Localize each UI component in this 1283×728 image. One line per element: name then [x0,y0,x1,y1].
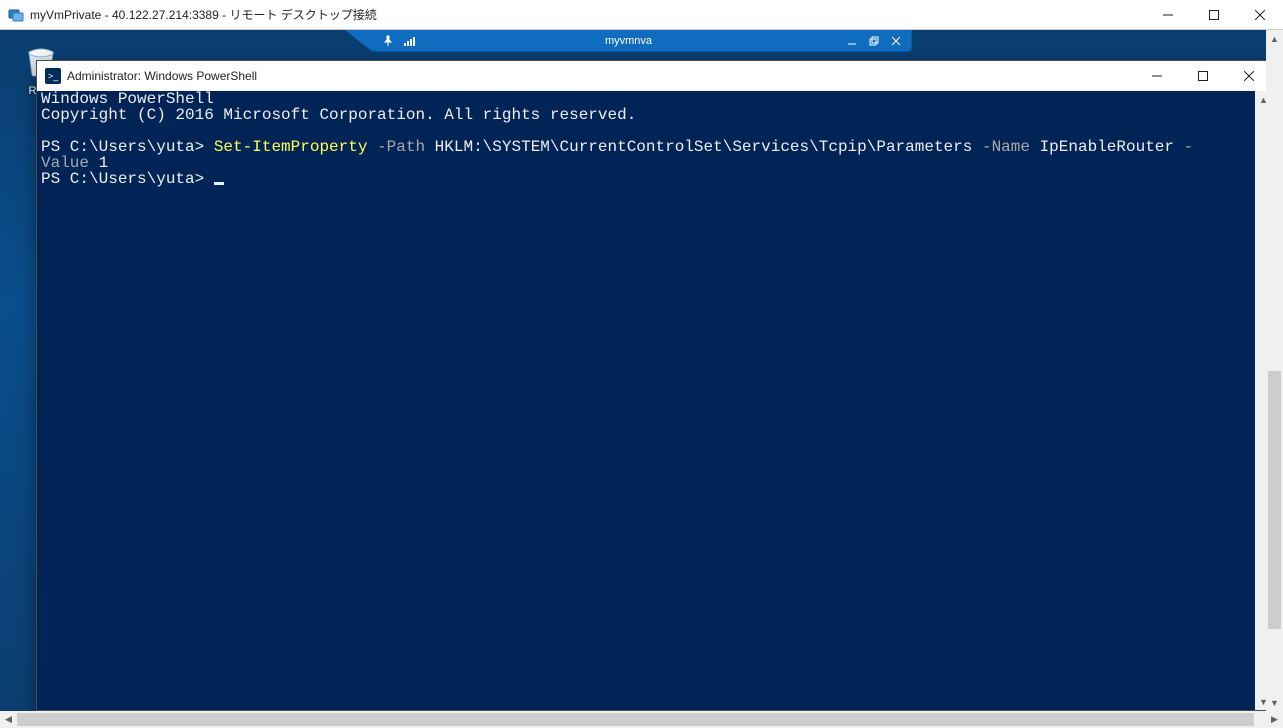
ps-maximize-button[interactable] [1180,61,1226,91]
rdp-icon [8,7,24,23]
outer-hscroll-thumb[interactable] [17,713,1254,726]
ps-arg-name: IpEnableRouter [1040,138,1174,156]
close-button[interactable] [1237,0,1283,30]
cursor [214,182,224,185]
ps-arg-path: HKLM:\SYSTEM\CurrentControlSet\Services\… [435,138,973,156]
rdp-titlebar: myVmPrivate - 40.122.27.214:3389 - リモート … [0,0,1283,30]
powershell-icon: >_ [45,68,61,84]
ps-prompt-2: PS C:\Users\yuta> [41,170,214,188]
remote-desktop: Recy myvmnva [0,30,1283,711]
inner-minimize-button[interactable] [841,32,863,50]
outer-horizontal-scrollbar[interactable]: ◀ ▶ [0,711,1283,728]
outer-vscroll-track[interactable] [1266,47,1283,694]
ps-flag-path: -Path [367,138,434,156]
powershell-body: Windows PowerShell Copyright (C) 2016 Mi… [37,91,1272,710]
outer-scroll-up[interactable]: ▲ [1266,30,1283,47]
ps-flag-name: -Name [972,138,1039,156]
powershell-window: >_ Administrator: Windows PowerShell Win… [36,60,1273,711]
ps-cmdlet: Set-ItemProperty [214,138,368,156]
inner-restore-button[interactable] [863,32,885,50]
ps-wrap-tail: - [1174,138,1193,156]
signal-icon [403,34,417,48]
powershell-titlebar[interactable]: >_ Administrator: Windows PowerShell [37,61,1272,91]
outer-scroll-left[interactable]: ◀ [0,711,17,728]
outer-hscroll-track[interactable] [17,711,1266,728]
ps-banner-2: Copyright (C) 2016 Microsoft Corporation… [41,106,636,124]
outer-scroll-right[interactable]: ▶ [1266,711,1283,728]
inner-close-button[interactable] [885,32,907,50]
outer-vscroll-thumb[interactable] [1268,371,1281,630]
minimize-button[interactable] [1145,0,1191,30]
rdp-title-text: myVmPrivate - 40.122.27.214:3389 - リモート … [30,6,377,23]
inner-rdp-connection-bar[interactable]: myvmnva [372,30,912,52]
inner-rdp-host-label: myvmnva [417,35,841,47]
outer-scroll-down[interactable]: ▼ [1266,694,1283,711]
rdp-window-controls [1145,0,1283,30]
ps-minimize-button[interactable] [1134,61,1180,91]
powershell-console[interactable]: Windows PowerShell Copyright (C) 2016 Mi… [37,91,1255,710]
outer-vertical-scrollbar[interactable]: ▲ ▼ [1266,30,1283,711]
powershell-title-text: Administrator: Windows PowerShell [67,69,257,83]
maximize-button[interactable] [1191,0,1237,30]
pin-icon[interactable] [381,34,395,48]
